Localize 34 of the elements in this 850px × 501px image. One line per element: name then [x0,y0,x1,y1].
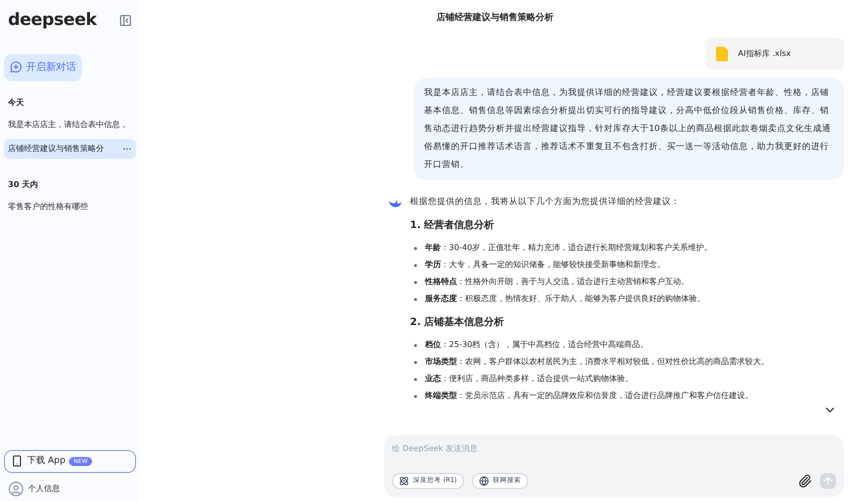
section-heading: 2. 店铺基本信息分析 [410,315,506,330]
file-icon [714,46,730,62]
message-field[interactable]: 给 DeepSeek 发送消息 [392,443,836,455]
user-message: 我是本店店主，请结合表中信息，为我提供详细的经营建议，经营建议要根据经营者年龄、性格，店铺基本信息、销售信息等因素综合分析提出切实可行的指导建议，分高中低价位段从销售价格、库存、销售动态进行趋势分析并提出经营建议指导，针对库存大于10条以上的商品根据此款卷烟卖点文化生成通俗易懂的开口推荐话术语言，推荐话术不重复且不包含打折、买一送一等活动信息，助力我更好的进行开口营销。 [414,78,844,180]
bullet-text: 学历：大专，具备一定的知识储备，能够较快接受新事物和新理念。 [425,259,665,272]
bullet-text: 性格特点：性格外向开朗，善于与人交流，适合进行主动营销和客户互动。 [425,276,689,288]
section-heading: 1. 经营者信息分析 [410,218,496,234]
group-title: 30 天内 [7,178,39,190]
bullet-text: 年龄：30-40岁，正值壮年，精力充沛，适合进行长期经营规划和客户关系维护。 [425,242,712,254]
chat-plus-icon [10,61,22,73]
globe-icon [478,476,489,486]
reply-intro: 根据您提供的信息，我将从以下几个方面为您提供详细的经营建议： [410,196,681,208]
logo: deepseek [8,9,96,32]
bullet-text: 市场类型：农网，客户群体以农村居民为主，消费水平相对较低，但对性价比高的商品需求较大。 [425,356,769,368]
collapse-sidebar-icon[interactable] [119,14,132,28]
chat-title: 店铺经营建议与销售策略分析 [436,11,554,25]
phone-icon [11,455,23,468]
profile-label[interactable]: 个人信息 [28,483,60,495]
chat-history-item[interactable]: 零售客户的性格有哪些 [4,196,136,216]
bullet-text: 档位：25-30档（含），属于中高档位，适合经营中高端商品。 [425,339,648,352]
bullet-text: 服务态度：积极态度，热情友好、乐于助人，能够为客户提供良好的购物体验。 [425,293,705,306]
bullet-text: 业态：便利店，商品种类多样，适合提供一站式购物体验。 [425,373,633,386]
attach-icon[interactable] [798,474,812,488]
atom-icon [399,476,409,486]
download-label: 下载 App [27,454,66,468]
file-attachment[interactable]: AI指标库 .xlsx [706,38,844,70]
chat-history-item[interactable]: 店铺经营建议与销售策略分 [4,138,136,158]
arrow-up-icon [822,475,834,487]
bullet-text: 终端类型：党员示范店，具有一定的品牌效应和信誉度，适合进行品牌推广和客户信任建设。 [425,390,753,402]
avatar-icon[interactable] [8,481,24,497]
group-title: 今天 [7,96,25,108]
new-chat-button[interactable]: 开启新对话 [4,54,82,80]
chat-history-item[interactable]: 我是本店店主，请结合表中信息， [4,114,136,134]
file-name: AI指标库 .xlsx [738,48,791,60]
